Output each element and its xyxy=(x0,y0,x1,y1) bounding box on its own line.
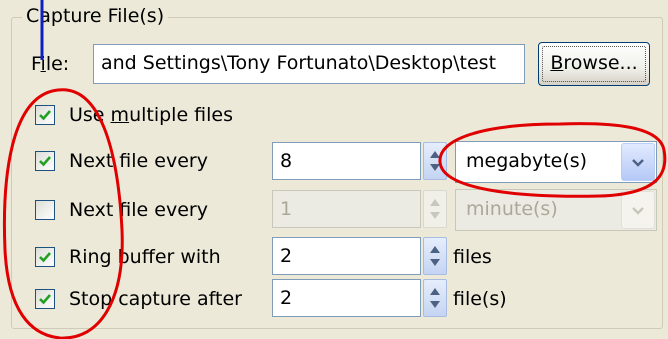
checkmark-icon xyxy=(39,156,51,167)
next-file-time-label: Next file every xyxy=(69,199,208,221)
next-file-time-spinner[interactable] xyxy=(423,190,447,228)
next-file-size-unit-select[interactable]: megabyte(s) xyxy=(455,141,657,183)
ring-buffer-label: Ring buffer with xyxy=(69,246,221,268)
ring-buffer-unit-label: files xyxy=(453,246,492,268)
file-label: File: xyxy=(31,53,70,75)
checkmark-icon xyxy=(39,252,51,263)
next-file-size-input[interactable]: 8 xyxy=(272,142,421,180)
use-multiple-files-label: Use multiple files xyxy=(69,104,234,126)
checkmark-icon xyxy=(39,294,51,305)
next-file-time-unit-select[interactable]: minute(s) xyxy=(455,189,657,231)
next-file-size-spinner[interactable] xyxy=(423,142,447,180)
ring-buffer-input[interactable]: 2 xyxy=(272,237,421,275)
stop-capture-checkbox[interactable] xyxy=(35,289,55,309)
stop-capture-input[interactable]: 2 xyxy=(272,279,421,317)
browse-button[interactable]: Browse... xyxy=(538,42,650,86)
spin-arrows-icon xyxy=(430,246,440,266)
next-file-time-checkbox[interactable] xyxy=(35,200,55,220)
next-file-size-label: Next file every xyxy=(69,150,208,172)
file-path-input[interactable]: and Settings\Tony Fortunato\Desktop\test xyxy=(93,44,525,84)
chevron-down-icon xyxy=(632,207,644,215)
use-multiple-files-checkbox[interactable] xyxy=(35,105,55,125)
spin-arrows-icon xyxy=(430,199,440,219)
checkmark-icon xyxy=(39,110,51,121)
next-file-size-checkbox[interactable] xyxy=(35,151,55,171)
stop-capture-unit-label: file(s) xyxy=(453,288,507,310)
chevron-down-icon xyxy=(632,159,644,167)
spin-arrows-icon xyxy=(430,151,440,171)
ring-buffer-checkbox[interactable] xyxy=(35,247,55,267)
next-file-time-input[interactable]: 1 xyxy=(272,190,421,228)
group-title: Capture File(s) xyxy=(22,4,169,28)
ring-buffer-spinner[interactable] xyxy=(423,237,447,275)
stop-capture-spinner[interactable] xyxy=(423,279,447,317)
spin-arrows-icon xyxy=(430,288,440,308)
stop-capture-label: Stop capture after xyxy=(69,288,242,310)
